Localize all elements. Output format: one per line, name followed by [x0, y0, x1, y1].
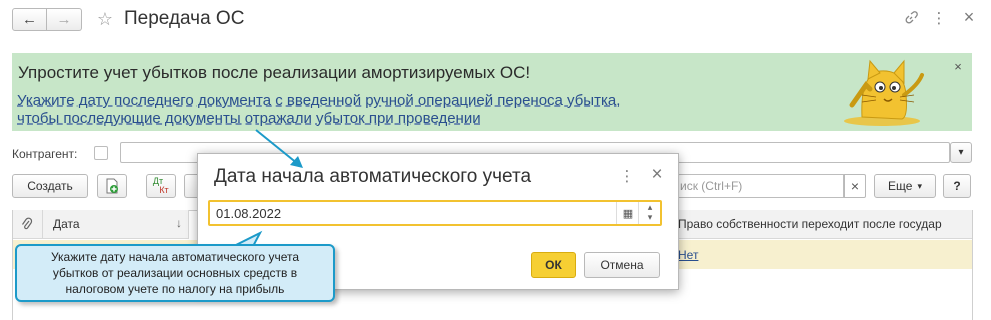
hint-tooltip-text: Укажите дату начала автоматического учет…	[50, 250, 300, 296]
hint-tooltip: Укажите дату начала автоматического учет…	[15, 244, 335, 302]
